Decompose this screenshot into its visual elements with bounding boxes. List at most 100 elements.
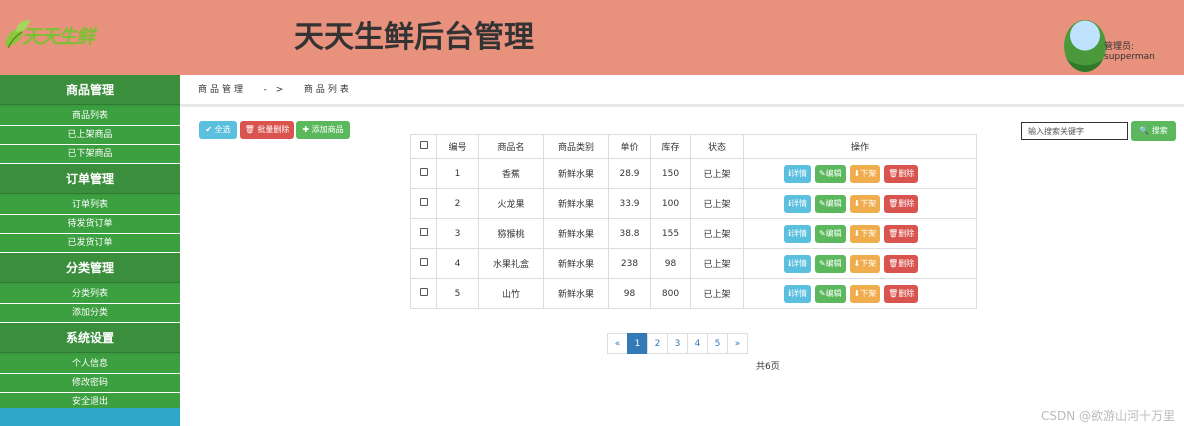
page-total: 共6页 <box>756 362 780 372</box>
delete-button[interactable]: 🗑删除 <box>884 164 919 183</box>
sidebar-group-category[interactable]: 分类管理 <box>0 253 180 283</box>
cell-name: 火龙果 <box>478 188 544 219</box>
divider <box>180 104 1184 107</box>
delete-button[interactable]: 🗑删除 <box>884 254 919 273</box>
sidebar-item-change-password[interactable]: 修改密码 <box>0 374 180 393</box>
cell-stock: 155 <box>650 218 691 249</box>
sidebar-item-product-list[interactable]: 商品列表 <box>0 107 180 126</box>
row-checkbox[interactable] <box>419 228 428 236</box>
sidebar-item-pending-orders[interactable]: 待发货订单 <box>0 215 180 234</box>
row-select-cell <box>410 188 437 219</box>
cell-price: 28.9 <box>608 158 651 189</box>
page-button[interactable]: 4 <box>687 333 708 354</box>
edit-button[interactable]: ✎编辑 <box>814 164 846 183</box>
offshelf-button[interactable]: ⬇下架 <box>849 254 881 273</box>
detail-button[interactable]: ℹ详情 <box>784 284 812 303</box>
delete-button[interactable]: 🗑删除 <box>884 284 919 303</box>
detail-button[interactable]: ℹ详情 <box>784 224 812 243</box>
sidebar-group-settings[interactable]: 系统设置 <box>0 323 180 353</box>
page-button[interactable]: 5 <box>707 333 728 354</box>
row-checkbox[interactable] <box>419 198 428 206</box>
row-checkbox[interactable] <box>419 288 428 296</box>
cell-stock: 150 <box>650 158 691 189</box>
sidebar-item-on-shelf[interactable]: 已上架商品 <box>0 126 180 145</box>
page-button[interactable]: 3 <box>667 333 688 354</box>
row-checkbox[interactable] <box>419 258 428 266</box>
cell-status: 已上架 <box>690 188 744 219</box>
table-row: 3 猕猴桃 新鲜水果 38.8 155 已上架 ℹ详情 ✎编辑 ⬇下架 🗑删除 <box>410 218 977 249</box>
add-product-button[interactable]: ✚ 添加商品 <box>296 121 350 139</box>
cell-stock: 100 <box>650 188 691 219</box>
sidebar-item-add-category[interactable]: 添加分类 <box>0 304 180 323</box>
table-header-row: 编号 商品名 商品类别 单价 库存 状态 操作 <box>410 134 977 159</box>
cell-price: 38.8 <box>608 218 651 249</box>
sidebar-item-shipped-orders[interactable]: 已发货订单 <box>0 234 180 253</box>
select-all-button[interactable]: ✔ 全选 <box>199 121 237 139</box>
cell-actions: ℹ详情 ✎编辑 ⬇下架 🗑删除 <box>743 218 977 249</box>
sidebar-item-off-shelf[interactable]: 已下架商品 <box>0 145 180 164</box>
detail-button[interactable]: ℹ详情 <box>784 254 812 273</box>
delete-button[interactable]: 🗑删除 <box>884 224 919 243</box>
cell-id: 5 <box>436 278 479 309</box>
edit-button[interactable]: ✎编辑 <box>814 194 846 213</box>
page-prev-button[interactable]: « <box>607 333 628 354</box>
row-select-cell <box>410 278 437 309</box>
page-button[interactable]: 2 <box>647 333 668 354</box>
row-checkbox[interactable] <box>419 168 428 176</box>
page-button[interactable]: 1 <box>627 333 648 354</box>
pagination: « 1 2 3 4 5 » <box>607 333 748 354</box>
edit-button[interactable]: ✎编辑 <box>814 254 846 273</box>
cell-actions: ℹ详情 ✎编辑 ⬇下架 🗑删除 <box>743 188 977 219</box>
site-logo[interactable]: 天天生鲜 <box>2 18 98 54</box>
cell-stock: 98 <box>650 248 691 279</box>
search-input[interactable] <box>1021 122 1128 140</box>
sidebar-item-order-list[interactable]: 订单列表 <box>0 196 180 215</box>
cell-status: 已上架 <box>690 278 744 309</box>
sidebar: 商品管理 商品列表 已上架商品 已下架商品 订单管理 订单列表 待发货订单 已发… <box>0 75 180 426</box>
watermark: CSDN @欲游山河十万里 <box>1041 409 1176 423</box>
row-select-cell <box>410 158 437 189</box>
column-header: 状态 <box>690 134 744 159</box>
column-header: 单价 <box>608 134 651 159</box>
table-row: 2 火龙果 新鲜水果 33.9 100 已上架 ℹ详情 ✎编辑 ⬇下架 🗑删除 <box>410 188 977 219</box>
sidebar-item-profile[interactable]: 个人信息 <box>0 355 180 374</box>
offshelf-button[interactable]: ⬇下架 <box>849 164 881 183</box>
header: 天天生鲜 天天生鲜后台管理 管理员: supperman <box>0 0 1184 75</box>
cell-status: 已上架 <box>690 158 744 189</box>
detail-button[interactable]: ℹ详情 <box>784 194 812 213</box>
row-select-cell <box>410 218 437 249</box>
page-title: 天天生鲜后台管理 <box>294 20 534 55</box>
batch-delete-button[interactable]: 🗑 批量删除 <box>240 121 294 139</box>
admin-label: 管理员: supperman <box>1104 42 1155 62</box>
detail-button[interactable]: ℹ详情 <box>784 164 812 183</box>
cell-category: 新鲜水果 <box>543 278 609 309</box>
edit-button[interactable]: ✎编辑 <box>814 224 846 243</box>
sidebar-group-order[interactable]: 订单管理 <box>0 164 180 194</box>
breadcrumb-page: 商品列表 <box>303 85 352 95</box>
cell-name: 猕猴桃 <box>478 218 544 249</box>
row-select-cell <box>410 248 437 279</box>
cell-status: 已上架 <box>690 218 744 249</box>
logo-text: 天天生鲜 <box>22 26 95 48</box>
avatar[interactable] <box>1064 20 1106 72</box>
breadcrumb: 商品管理 - > 商品列表 <box>198 82 352 95</box>
cell-category: 新鲜水果 <box>543 248 609 279</box>
header-select-cell <box>410 134 437 159</box>
search-button[interactable]: 🔍 搜索 <box>1131 121 1176 141</box>
select-all-checkbox[interactable] <box>419 141 428 149</box>
column-header: 操作 <box>743 134 977 159</box>
breadcrumb-section[interactable]: 商品管理 <box>198 85 246 95</box>
cell-actions: ℹ详情 ✎编辑 ⬇下架 🗑删除 <box>743 278 977 309</box>
edit-button[interactable]: ✎编辑 <box>814 284 846 303</box>
cell-name: 水果礼盒 <box>478 248 544 279</box>
sidebar-group-product[interactable]: 商品管理 <box>0 75 180 105</box>
cell-actions: ℹ详情 ✎编辑 ⬇下架 🗑删除 <box>743 248 977 279</box>
sidebar-item-category-list[interactable]: 分类列表 <box>0 285 180 304</box>
cell-id: 2 <box>436 188 479 219</box>
cell-name: 山竹 <box>478 278 544 309</box>
offshelf-button[interactable]: ⬇下架 <box>849 284 881 303</box>
page-next-button[interactable]: » <box>727 333 748 354</box>
delete-button[interactable]: 🗑删除 <box>884 194 919 213</box>
offshelf-button[interactable]: ⬇下架 <box>849 224 881 243</box>
offshelf-button[interactable]: ⬇下架 <box>849 194 881 213</box>
